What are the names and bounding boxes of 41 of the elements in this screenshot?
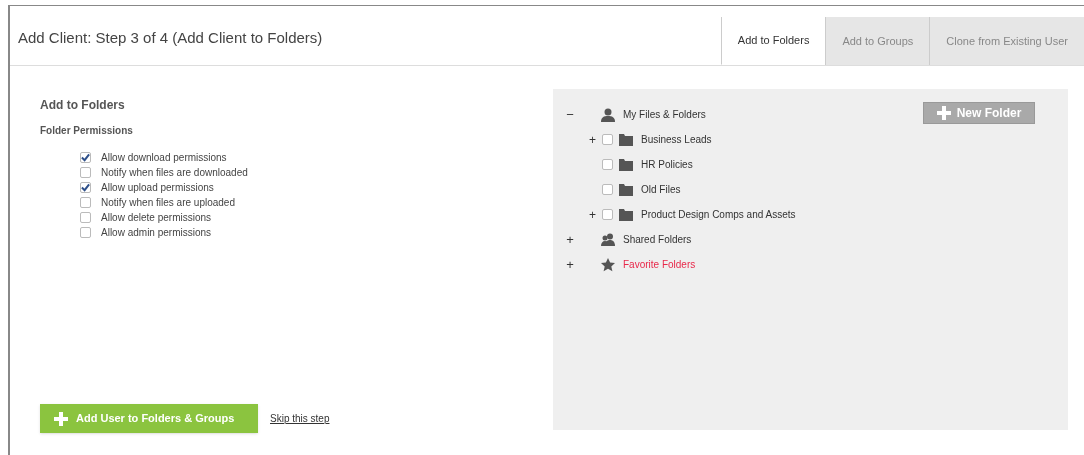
option-label: Allow upload permissions xyxy=(101,181,214,195)
star-icon xyxy=(601,257,615,272)
option-label: Allow download permissions xyxy=(101,151,227,165)
checkbox[interactable] xyxy=(80,182,91,193)
checkbox[interactable] xyxy=(80,152,91,163)
person-icon xyxy=(601,107,615,122)
expand-toggle[interactable]: + xyxy=(565,233,575,246)
option-label: Allow admin permissions xyxy=(101,226,212,240)
checkbox[interactable] xyxy=(602,184,613,195)
checkbox[interactable] xyxy=(602,134,613,145)
folder-label[interactable]: Product Design Comps and Assets xyxy=(641,207,796,222)
folder-icon xyxy=(619,182,633,197)
plus-icon xyxy=(54,411,68,426)
people-icon xyxy=(601,232,615,247)
folder-label[interactable]: Favorite Folders xyxy=(623,257,696,272)
expand-toggle[interactable]: + xyxy=(589,208,599,221)
folder-label[interactable]: Shared Folders xyxy=(623,232,692,247)
folder-icon xyxy=(619,157,633,172)
option-label: Notify when files are downloaded xyxy=(101,166,248,180)
checkbox[interactable] xyxy=(602,209,613,220)
checkbox[interactable] xyxy=(602,159,613,170)
skip-link[interactable]: Skip this step xyxy=(270,411,330,426)
collapse-toggle[interactable]: − xyxy=(565,108,575,121)
folder-label[interactable]: Old Files xyxy=(641,182,681,197)
expand-toggle[interactable]: + xyxy=(565,258,575,271)
expand-toggle[interactable]: + xyxy=(589,133,599,146)
checkbox[interactable] xyxy=(80,212,91,223)
section-subheading: Folder Permissions xyxy=(40,124,134,138)
option-label: Notify when files are uploaded xyxy=(101,196,235,210)
page-title: Add Client: Step 3 of 4 (Add Client to Folders) xyxy=(17,27,323,48)
folder-icon xyxy=(619,132,633,147)
checkbox[interactable] xyxy=(80,197,91,208)
plus-icon xyxy=(936,106,951,120)
checkbox[interactable] xyxy=(80,167,91,178)
folder-label[interactable]: My Files & Folders xyxy=(623,107,706,122)
folder-icon xyxy=(619,207,633,222)
option-label: Allow delete permissions xyxy=(101,211,212,225)
checkbox[interactable] xyxy=(80,227,91,238)
folder-label[interactable]: HR Policies xyxy=(641,157,693,172)
section-heading: Add to Folders xyxy=(40,97,126,114)
folder-label[interactable]: Business Leads xyxy=(641,132,712,147)
